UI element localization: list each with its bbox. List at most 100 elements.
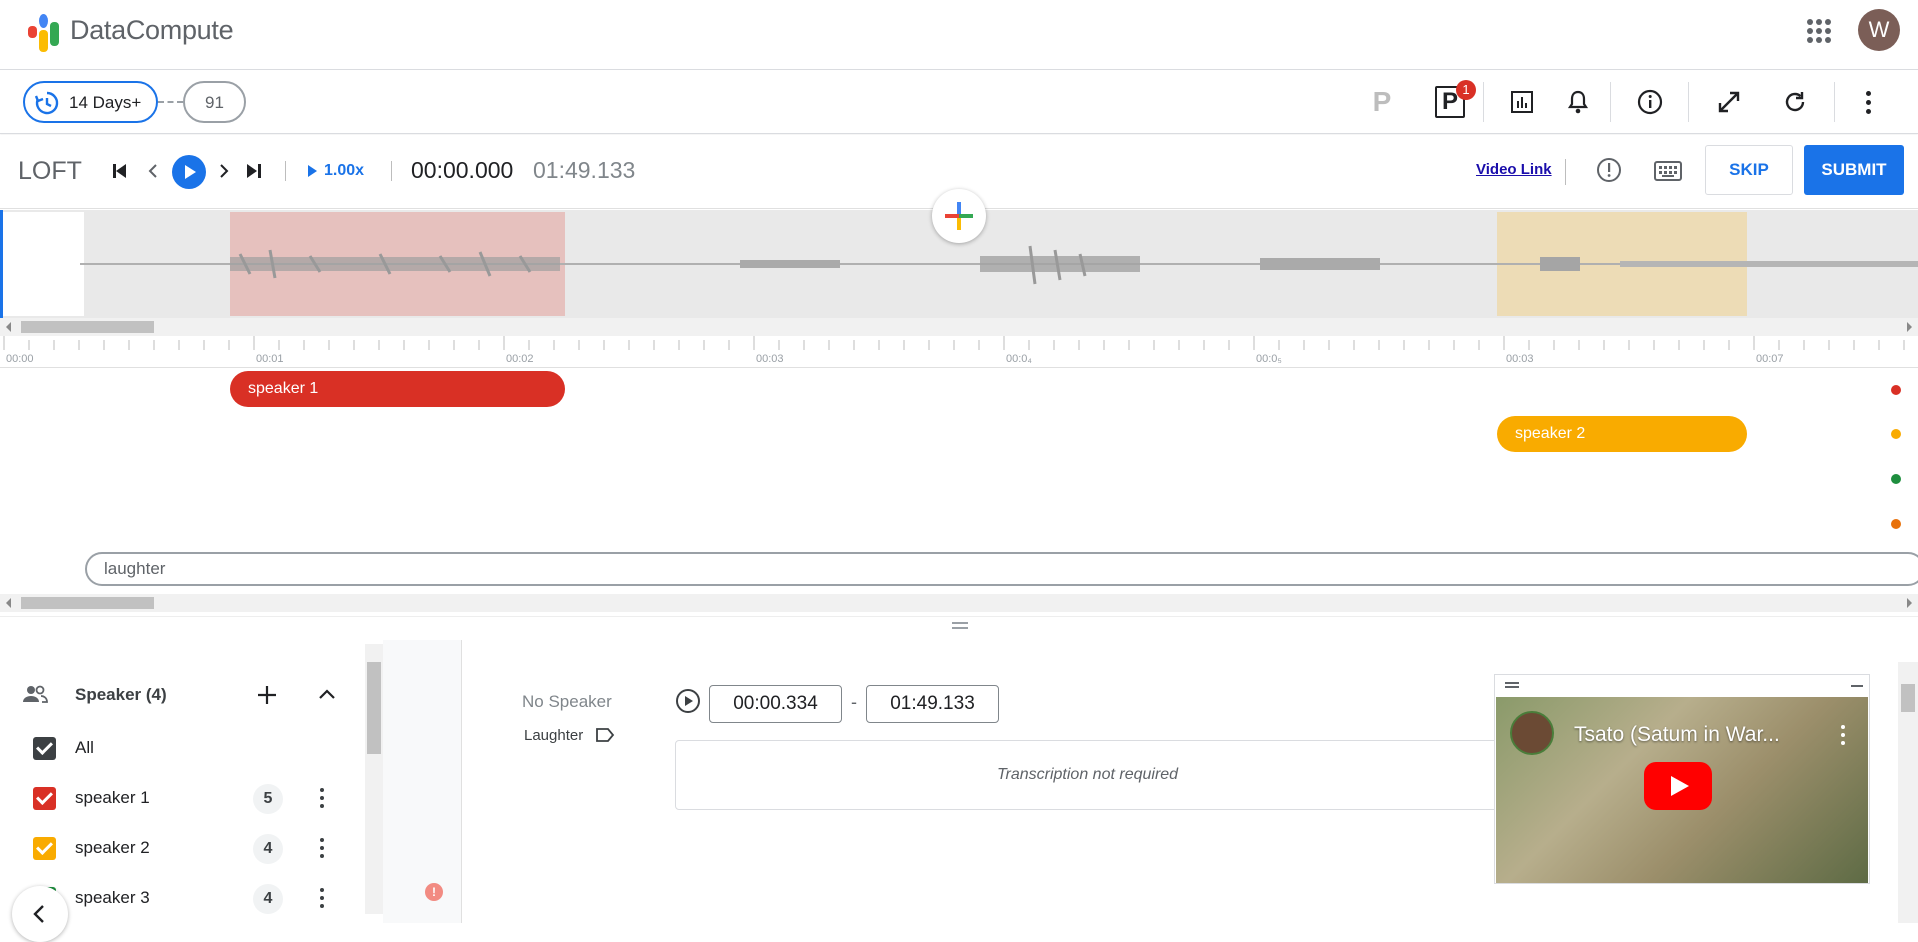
video-title[interactable]: Tsato (Satum in War... [1574, 723, 1780, 747]
datacompute-logo [28, 14, 62, 52]
segment-count-badge: 4 [253, 884, 283, 914]
skip-start-icon[interactable] [113, 163, 129, 179]
skip-button[interactable]: SKIP [1705, 145, 1793, 195]
task-toolbar: 14 Days+ 91 P P 1 [0, 70, 1918, 134]
speaker-panel-scrollbar[interactable] [365, 644, 383, 914]
collapse-chevron-icon[interactable] [318, 687, 336, 706]
playback-speed[interactable]: 1.00x [324, 162, 364, 180]
alert-icon[interactable] [1596, 157, 1622, 188]
checkbox[interactable] [33, 787, 56, 810]
segment-speaker[interactable]: No Speaker [522, 692, 612, 712]
ruler-label: 00:03 [756, 353, 784, 365]
speaker-item-label: All [75, 738, 94, 757]
ruler-ticks [3, 336, 1905, 350]
video-player[interactable]: Tsato (Satum in War... [1494, 674, 1870, 884]
more-vert-icon[interactable] [320, 888, 324, 908]
time-ruler: 00:00 00:01 00:02 00:03 00:0₄ 00:0₅ 00:0… [0, 336, 1918, 368]
next-frame-icon[interactable] [217, 163, 231, 184]
add-speaker-icon[interactable] [256, 684, 278, 711]
keyboard-icon[interactable] [1654, 161, 1682, 186]
prev-frame-icon[interactable] [146, 163, 160, 184]
checkbox[interactable] [33, 737, 56, 760]
play-button[interactable] [172, 155, 206, 189]
video-more-icon[interactable] [1841, 725, 1845, 745]
end-time-input[interactable]: 01:49.133 [866, 685, 999, 723]
user-avatar[interactable]: W [1858, 9, 1900, 51]
brand-name: DataCompute [70, 15, 234, 45]
drag-handle-icon[interactable] [1505, 682, 1519, 688]
p-gray-icon[interactable]: P [1362, 82, 1402, 122]
current-time: 00:00.000 [411, 157, 514, 183]
waveform-start-area [3, 212, 84, 316]
p-badge-icon[interactable]: P 1 [1430, 80, 1476, 122]
notification-badge: 1 [1456, 80, 1476, 100]
ruler-label: 00:02 [506, 353, 534, 365]
more-vert-icon[interactable] [320, 838, 324, 858]
segment-count-badge: 4 [253, 834, 283, 864]
speaker-item-label: speaker 1 [75, 788, 150, 807]
chevron-left-icon [33, 905, 44, 923]
ruler-label: 00:07 [1756, 353, 1784, 365]
people-icon [22, 684, 48, 709]
expand-icon[interactable] [1709, 82, 1749, 122]
ruler-label: 00:01 [256, 353, 284, 365]
speaker-header: Speaker (4) [75, 685, 167, 704]
project-name: LOFT [18, 157, 82, 185]
video-thumbnail[interactable]: Tsato (Satum in War... [1496, 697, 1868, 883]
waveform-scrollbar[interactable] [0, 318, 1918, 336]
audio-waveform [80, 245, 1918, 285]
label-icon[interactable] [595, 727, 615, 748]
speaker2-segment[interactable]: speaker 2 [1497, 416, 1747, 452]
start-time-input[interactable]: 00:00.334 [709, 685, 842, 723]
ruler-label: 00:00 [6, 353, 34, 365]
info-icon[interactable] [1630, 82, 1670, 122]
speed-play-icon [308, 165, 317, 177]
add-segment-button[interactable] [932, 189, 986, 243]
ruler-label: 00:0₅ [1256, 353, 1282, 365]
refresh-icon[interactable] [1775, 82, 1815, 122]
speaker1-segment[interactable]: speaker 1 [230, 371, 565, 407]
play-segment-icon[interactable] [675, 688, 701, 719]
speaker1-track-dot [1891, 385, 1901, 395]
timeline-scrollbar[interactable] [0, 594, 1918, 612]
more-vert-icon[interactable] [1848, 82, 1888, 122]
speaker-item-1[interactable]: speaker 1 5 [0, 779, 365, 819]
ruler-label: 00:03 [1506, 353, 1534, 365]
channel-avatar [1510, 711, 1554, 755]
speaker-item-label: speaker 3 [75, 888, 150, 907]
segment-tag[interactable]: Laughter [524, 727, 583, 744]
laughter-segment[interactable]: laughter [85, 552, 1918, 586]
submit-button[interactable]: SUBMIT [1804, 145, 1904, 195]
transcription-box[interactable]: Transcription not required [675, 740, 1500, 810]
checkbox[interactable] [33, 837, 56, 860]
time-separator: - [851, 692, 857, 712]
app-header: DataCompute W [0, 0, 1918, 70]
speaker-item-all[interactable]: All [0, 729, 365, 769]
segment-count-badge: 5 [253, 784, 283, 814]
speaker3-track-dot [1891, 474, 1901, 484]
video-link[interactable]: Video Link [1476, 161, 1552, 178]
speaker-item-label: speaker 2 [75, 838, 150, 857]
task-count-chip[interactable]: 91 [183, 81, 246, 123]
bell-icon[interactable] [1558, 82, 1598, 122]
error-indicator-icon: ! [425, 883, 443, 901]
collapse-panel-button[interactable] [12, 886, 68, 942]
youtube-play-button[interactable] [1644, 762, 1712, 810]
more-vert-icon[interactable] [320, 788, 324, 808]
connector-line [158, 101, 183, 103]
speaker4-track-dot [1891, 519, 1901, 529]
speaker-panel: Speaker (4) All speaker 1 5 speaker 2 4 … [0, 640, 365, 942]
apps-grid-icon[interactable] [1806, 18, 1831, 43]
history-filter-button[interactable]: 14 Days+ [23, 81, 158, 123]
history-filter-label: 14 Days+ [69, 93, 142, 112]
skip-end-icon[interactable] [247, 163, 263, 179]
resize-handle-icon[interactable] [952, 622, 968, 629]
minimize-icon[interactable] [1851, 685, 1863, 687]
total-time: 01:49.133 [533, 157, 636, 183]
report-icon[interactable] [1502, 82, 1542, 122]
ruler-label: 00:0₄ [1006, 353, 1032, 365]
page-scrollbar[interactable] [1898, 662, 1918, 923]
speaker2-track-dot [1891, 429, 1901, 439]
history-icon [34, 91, 59, 115]
speaker-item-2[interactable]: speaker 2 4 [0, 829, 365, 869]
